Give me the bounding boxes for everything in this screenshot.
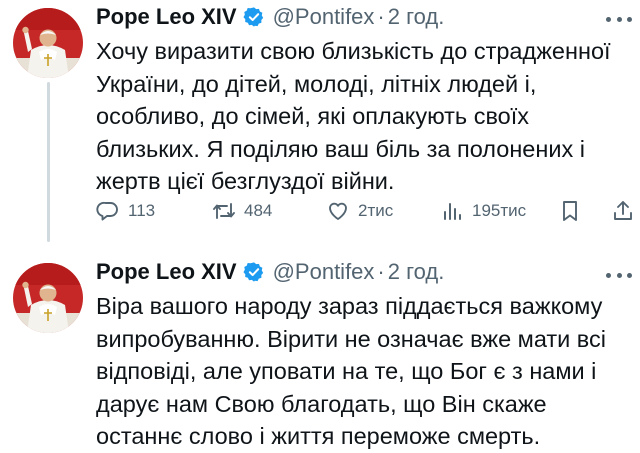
views-chart-icon	[444, 203, 461, 220]
tweet-header: Pope Leo XIV @Pontifex · 2 год.	[96, 257, 444, 287]
tweet-header: Pope Leo XIV @Pontifex · 2 год.	[96, 2, 444, 32]
author-handle[interactable]: @Pontifex	[273, 259, 375, 285]
bookmark-button[interactable]	[558, 196, 582, 226]
tweet[interactable]: Pope Leo XIV @Pontifex · 2 год. Віра ваш…	[0, 235, 640, 451]
like-button[interactable]: 2тис	[326, 196, 393, 226]
thread-connector-line	[47, 82, 50, 242]
reply-count: 113	[128, 201, 156, 220]
avatar[interactable]	[13, 263, 83, 333]
repost-count: 484	[244, 201, 273, 220]
share-icon	[614, 201, 632, 220]
heart-icon	[329, 202, 347, 220]
author-handle[interactable]: @Pontifex	[273, 4, 375, 30]
timestamp[interactable]: 2 год.	[388, 259, 445, 285]
tweet-text: Хочу виразити свою близькість до страдже…	[96, 38, 611, 194]
repost-icon	[213, 203, 235, 219]
verified-badge-icon	[243, 261, 265, 283]
more-dots-icon[interactable]	[606, 265, 632, 285]
repost-button[interactable]: 484	[212, 196, 272, 226]
author-name[interactable]: Pope Leo XIV	[96, 259, 237, 285]
verified-badge-icon	[243, 6, 265, 28]
views-button[interactable]: 195тис	[440, 196, 526, 226]
tweet[interactable]: Pope Leo XIV @Pontifex · 2 год. Хочу вир…	[0, 0, 640, 242]
tweet-actions: 113 484 2тис 195тис	[96, 196, 640, 226]
like-count: 2тис	[358, 201, 394, 220]
more-dots-icon[interactable]	[606, 9, 632, 29]
tweet-text: Віра вашого народу зараз піддається важк…	[96, 293, 606, 449]
author-name[interactable]: Pope Leo XIV	[96, 4, 237, 30]
avatar[interactable]	[13, 8, 83, 78]
separator-dot: ·	[377, 259, 385, 284]
timestamp[interactable]: 2 год.	[388, 4, 445, 30]
share-button[interactable]	[611, 196, 635, 226]
bookmark-icon	[563, 201, 577, 221]
reply-button[interactable]: 113	[96, 196, 155, 226]
views-count: 195тис	[472, 201, 527, 220]
separator-dot: ·	[377, 4, 385, 29]
reply-icon	[96, 201, 118, 221]
